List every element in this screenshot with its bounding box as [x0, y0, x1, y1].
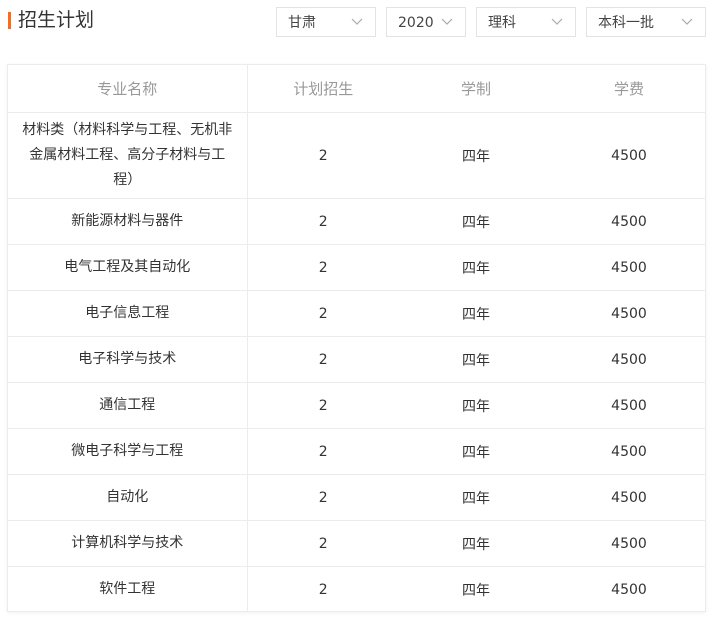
duration-cell: 四年 — [462, 582, 490, 599]
table-header-row: 专业名称 计划招生 学制 学费 — [8, 65, 705, 113]
duration-cell: 四年 — [399, 474, 553, 521]
category-select[interactable]: 理科 — [476, 7, 576, 37]
plan-count-cell: 2 — [247, 474, 399, 521]
major-cell: 电气工程及其自动化 — [8, 244, 248, 291]
chevron-down-icon — [351, 18, 363, 25]
tuition-cell: 4500 — [553, 112, 705, 199]
table-row: 计算机科学与技术 2 四年 4500 — [8, 520, 705, 567]
table-row: 软件工程 2 四年 4500 — [8, 566, 705, 612]
tuition-cell: 4500 — [553, 520, 705, 567]
duration-cell: 四年 — [399, 428, 553, 475]
tuition-cell: 4500 — [553, 336, 705, 383]
province-select[interactable]: 甘肃 — [276, 7, 376, 37]
page-header: 招生计划 甘肃 2020 理科 本科一批 — [0, 0, 714, 46]
duration-cell: 四年 — [399, 520, 553, 567]
major-cell: 微电子科学与工程 — [8, 428, 248, 475]
plan-count-cell: 2 — [247, 244, 399, 291]
major-cell: 软件工程 — [8, 566, 248, 612]
duration-cell: 四年 — [399, 198, 553, 245]
plan-count-cell: 2 — [247, 382, 399, 429]
major-cell: 电子信息工程 — [8, 290, 248, 337]
column-header-plan-count: 计划招生 — [247, 65, 399, 113]
tuition-cell: 4500 — [553, 382, 705, 429]
duration-cell: 四年 — [399, 290, 553, 337]
duration-cell: 四年 — [399, 382, 553, 429]
plan-count-cell: 2 — [318, 581, 328, 598]
major-cell: 计算机科学与技术 — [8, 520, 248, 567]
tuition-cell: 4500 — [553, 428, 705, 475]
major-cell: 新能源材料与器件 — [8, 198, 248, 245]
column-header-major: 专业名称 — [8, 65, 248, 113]
major-cell: 电子科学与技术 — [8, 336, 248, 383]
table-row: 新能源材料与器件 2 四年 4500 — [8, 198, 705, 245]
duration-cell: 四年 — [399, 244, 553, 291]
plan-count-cell: 2 — [247, 290, 399, 337]
table-row: 通信工程 2 四年 4500 — [8, 382, 705, 429]
table-row: 电子信息工程 2 四年 4500 — [8, 290, 705, 337]
chevron-down-icon — [681, 18, 693, 25]
enrollment-plan-table: 专业名称 计划招生 学制 学费 材料类（材料科学与工程、无机非金属材料工程、高分… — [7, 64, 706, 612]
column-header-tuition: 学费 — [553, 65, 705, 113]
table-row: 电气工程及其自动化 2 四年 4500 — [8, 244, 705, 291]
major-cell: 材料类（材料科学与工程、无机非金属材料工程、高分子材料与工程） — [8, 112, 248, 199]
tuition-cell: 4500 — [611, 581, 647, 598]
table-row: 电子科学与技术 2 四年 4500 — [8, 336, 705, 383]
batch-select-value: 本科一批 — [598, 15, 654, 31]
tuition-cell: 4500 — [553, 244, 705, 291]
table-row: 微电子科学与工程 2 四年 4500 — [8, 428, 705, 475]
duration-cell: 四年 — [399, 112, 553, 199]
column-header-duration: 学制 — [399, 65, 553, 113]
chevron-down-icon — [551, 18, 563, 25]
plan-count-cell: 2 — [247, 336, 399, 383]
major-cell: 通信工程 — [8, 382, 248, 429]
year-select[interactable]: 2020 — [386, 7, 466, 37]
year-select-value: 2020 — [398, 15, 434, 31]
title-accent-bar — [8, 12, 11, 29]
plan-count-cell: 2 — [247, 112, 399, 199]
page-title: 招生计划 — [18, 9, 95, 31]
province-select-value: 甘肃 — [288, 15, 316, 31]
tuition-cell: 4500 — [553, 474, 705, 521]
plan-count-cell: 2 — [247, 520, 399, 567]
batch-select[interactable]: 本科一批 — [586, 7, 706, 37]
table-row: 自动化 2 四年 4500 — [8, 474, 705, 521]
category-select-value: 理科 — [488, 15, 516, 31]
plan-count-cell: 2 — [247, 198, 399, 245]
major-cell: 自动化 — [8, 474, 248, 521]
tuition-cell: 4500 — [553, 198, 705, 245]
plan-count-cell: 2 — [247, 428, 399, 475]
duration-cell: 四年 — [399, 336, 553, 383]
table-row: 材料类（材料科学与工程、无机非金属材料工程、高分子材料与工程） 2 四年 450… — [8, 112, 705, 199]
chevron-down-icon — [441, 18, 453, 25]
tuition-cell: 4500 — [553, 290, 705, 337]
